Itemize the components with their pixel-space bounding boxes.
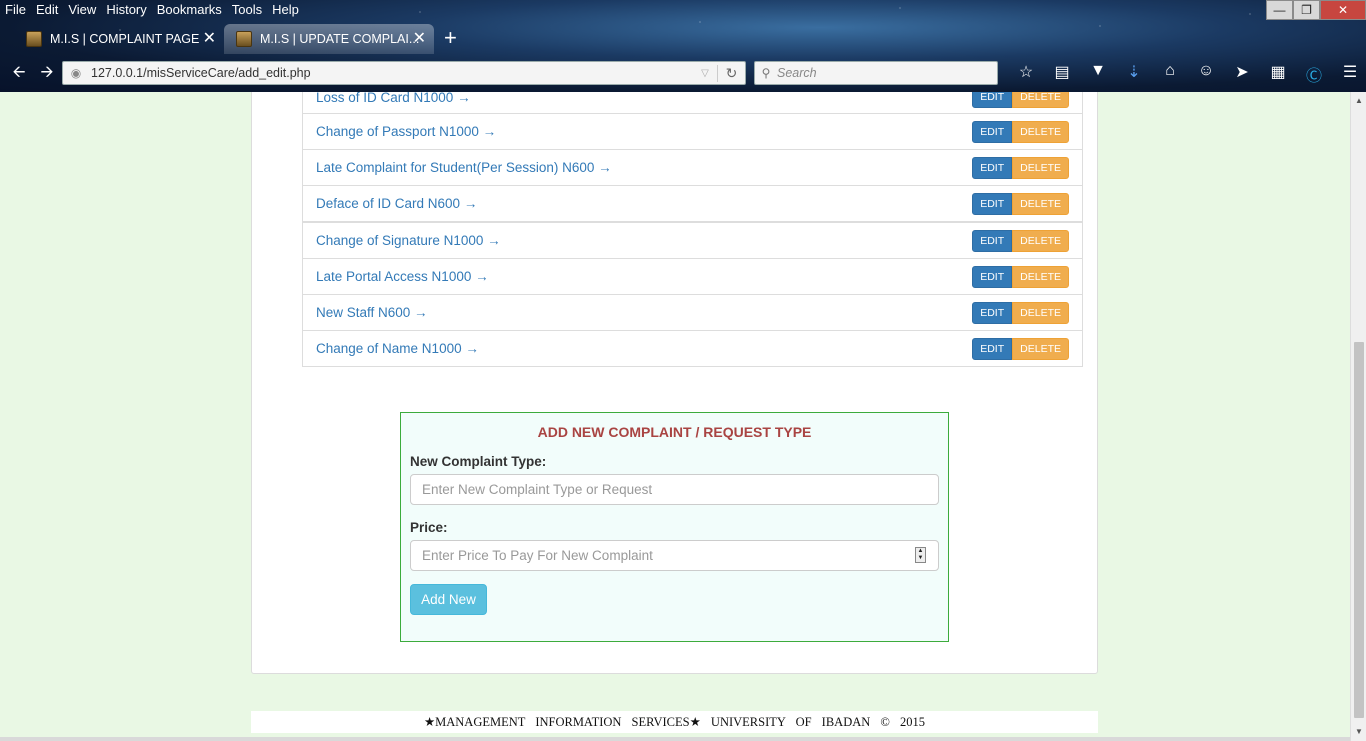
hamburger-menu-icon[interactable]: ☰ [1332,62,1366,86]
edit-button[interactable]: EDIT [972,265,1013,288]
nav-bar: 🡨 🡪 ◉ 127.0.0.1/misServiceCare/add_edit.… [0,58,1366,90]
list-item: Late Complaint for Student(Per Session) … [302,149,1083,186]
complaint-type-placeholder: Enter New Complaint Type or Request [422,482,653,497]
send-icon[interactable]: ➤ [1224,62,1260,86]
delete-button[interactable]: DELETE [1012,192,1069,215]
edit-button[interactable]: EDIT [972,301,1013,324]
delete-button[interactable]: DELETE [1012,265,1069,288]
complaint-type-link[interactable]: Deface of ID Card N600 → [316,196,972,211]
add-complaint-form: ADD NEW COMPLAINT / REQUEST TYPE New Com… [400,412,949,642]
complaint-type-link[interactable]: Loss of ID Card N1000 → [316,92,972,105]
back-arrow-icon[interactable]: 🡨 [6,61,32,88]
forward-arrow-icon[interactable]: 🡪 [34,61,60,88]
reload-icon[interactable]: ↻ [717,64,745,82]
complaint-type-link[interactable]: Change of Name N1000 → [316,341,972,356]
menu-edit[interactable]: Edit [31,0,63,20]
complaint-type-link[interactable]: Late Portal Access N1000 → [316,269,972,284]
bookmark-star-icon[interactable]: ☆ [1008,62,1044,86]
menu-bookmarks[interactable]: Bookmarks [152,0,227,20]
delete-button[interactable]: DELETE [1012,229,1069,252]
edit-button[interactable]: EDIT [972,120,1013,143]
tab-strip: M.I.S | COMPLAINT PAGE ✕ M.I.S | UPDATE … [0,24,1366,54]
edit-button[interactable]: EDIT [972,192,1013,215]
list-item: Change of Passport N1000 → EDIT DELETE [302,113,1083,150]
delete-button[interactable]: DELETE [1012,156,1069,179]
window-close-button[interactable]: ✕ [1320,0,1366,20]
price-input[interactable]: Enter Price To Pay For New Complaint ▲ ▼ [410,540,939,571]
new-tab-icon[interactable]: + [444,27,457,49]
price-placeholder: Enter Price To Pay For New Complaint [422,548,653,563]
globe-icon: ◉ [70,66,82,80]
complaint-type-link[interactable]: Change of Passport N1000 → [316,124,972,139]
menu-tools[interactable]: Tools [227,0,267,20]
tab-title: M.I.S | UPDATE COMPLAI... [260,32,420,46]
url-bar[interactable]: ◉ 127.0.0.1/misServiceCare/add_edit.php … [62,61,746,85]
page-scrollbar[interactable]: ▲ ▼ [1350,92,1366,741]
complaint-type-label: New Complaint Type: [410,454,547,469]
menu-history[interactable]: History [101,0,151,20]
list-item: Deface of ID Card N600 → EDIT DELETE [302,185,1083,222]
taskbar-edge [0,737,1350,741]
skype-icon[interactable]: Ⓒ [1296,62,1332,86]
search-bar[interactable]: ⚲ Search [754,61,998,85]
toolbar-icons: ☆ ▤ ▼ ⇣ ⌂ ☺ ➤ ▦ Ⓒ ☰ [1008,62,1366,86]
menu-help[interactable]: Help [267,0,304,20]
list-item: Change of Name N1000 → EDIT DELETE [302,330,1083,367]
window-controls: — ❐ ✕ [1266,0,1366,20]
complaint-type-link[interactable]: Change of Signature N1000 → [316,233,972,248]
tab-update-complaint[interactable]: M.I.S | UPDATE COMPLAI... ✕ [224,24,434,54]
restore-button[interactable]: ❐ [1293,0,1320,20]
browser-chrome: File Edit View History Bookmarks Tools H… [0,0,1366,92]
form-title: ADD NEW COMPLAINT / REQUEST TYPE [537,424,812,440]
list-item: Late Portal Access N1000 → EDIT DELETE [302,258,1083,295]
menu-bar: File Edit View History Bookmarks Tools H… [0,0,304,20]
price-label: Price: [410,520,448,535]
history-dropdown-icon[interactable]: ▽ [693,68,717,79]
delete-button[interactable]: DELETE [1012,337,1069,360]
list-item: New Staff N600 → EDIT DELETE [302,294,1083,331]
menu-file[interactable]: File [0,0,31,20]
download-icon[interactable]: ⇣ [1116,62,1152,86]
smiley-icon[interactable]: ☺ [1188,62,1224,86]
list-item: Change of Signature N1000 → EDIT DELETE [302,222,1083,259]
tab-title: M.I.S | COMPLAINT PAGE [50,32,200,46]
edit-button[interactable]: EDIT [972,92,1013,108]
home-icon[interactable]: ⌂ [1152,62,1188,86]
delete-button[interactable]: DELETE [1012,301,1069,324]
add-new-button[interactable]: Add New [410,584,487,615]
edit-button[interactable]: EDIT [972,156,1013,179]
complaint-type-link[interactable]: New Staff N600 → [316,305,972,320]
close-tab-icon[interactable]: ✕ [413,31,426,47]
tab-complaint-page[interactable]: M.I.S | COMPLAINT PAGE ✕ [14,24,224,54]
scroll-down-icon[interactable]: ▼ [1351,725,1366,739]
minimize-button[interactable]: — [1266,0,1293,20]
page-content: Loss of ID Card N1000 → EDIT DELETE Chang… [0,92,1350,741]
search-icon: ⚲ [761,66,771,80]
search-placeholder: Search [777,66,817,80]
complaint-type-link[interactable]: Late Complaint for Student(Per Session) … [316,160,972,175]
edit-button[interactable]: EDIT [972,337,1013,360]
close-tab-icon[interactable]: ✕ [203,31,216,47]
menu-view[interactable]: View [63,0,101,20]
pocket-icon[interactable]: ▼ [1080,62,1116,86]
site-favicon-icon [236,31,252,47]
complaint-type-input[interactable]: Enter New Complaint Type or Request [410,474,939,505]
number-spinner-icon[interactable]: ▲ ▼ [915,547,926,563]
site-favicon-icon [26,31,42,47]
delete-button[interactable]: DELETE [1012,120,1069,143]
scroll-thumb[interactable] [1354,342,1364,718]
delete-button[interactable]: DELETE [1012,92,1069,108]
grid-icon[interactable]: ▦ [1260,62,1296,86]
edit-button[interactable]: EDIT [972,229,1013,252]
reading-list-icon[interactable]: ▤ [1044,62,1080,86]
url-text[interactable]: 127.0.0.1/misServiceCare/add_edit.php [91,66,693,80]
scroll-up-icon[interactable]: ▲ [1351,94,1366,108]
page-footer: ★MANAGEMENT INFORMATION SERVICES★ UNIVER… [251,711,1098,733]
